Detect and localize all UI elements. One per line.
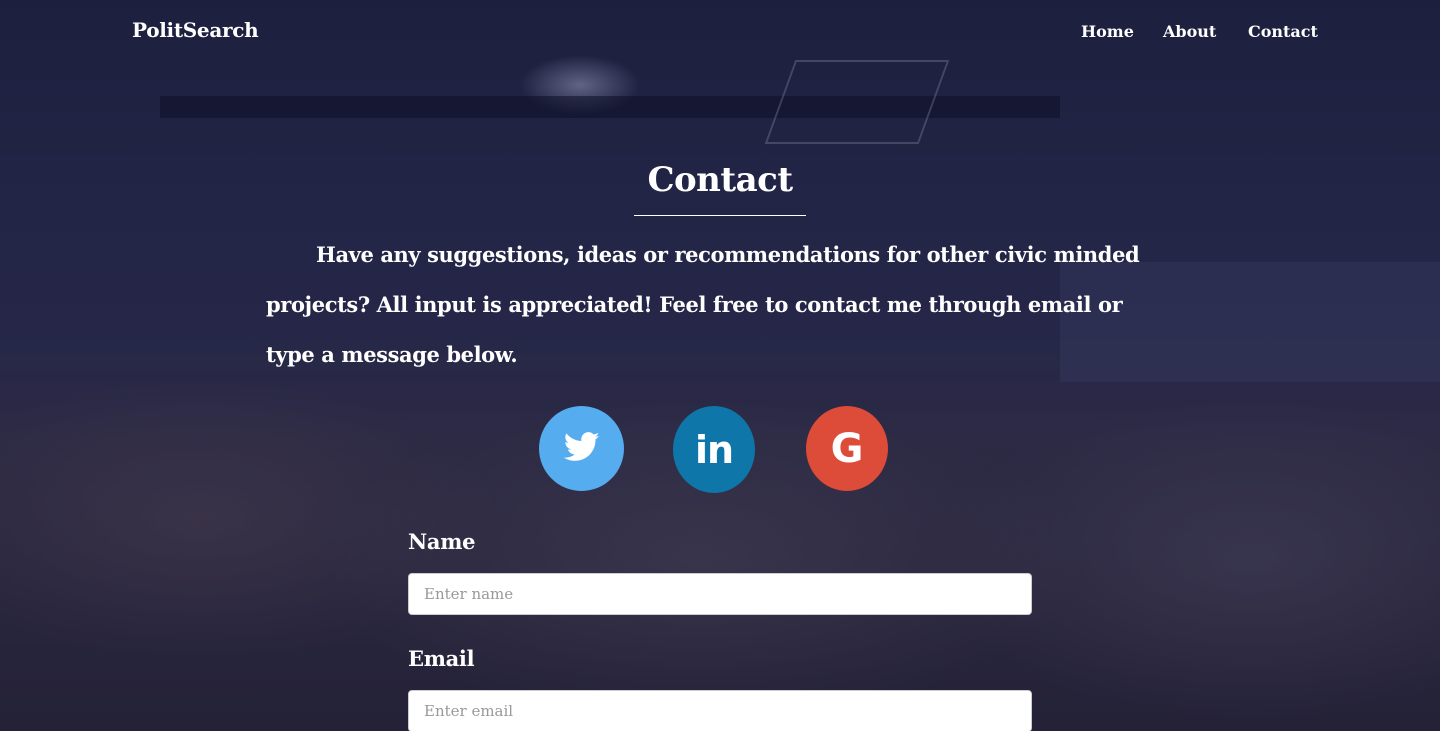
google-icon: G bbox=[830, 425, 864, 472]
google-button[interactable]: G bbox=[806, 406, 888, 491]
twitter-icon bbox=[563, 431, 600, 466]
intro-text: Have any suggestions, ideas or recommend… bbox=[266, 242, 1140, 367]
nav-about[interactable]: About bbox=[1163, 22, 1216, 41]
linkedin-icon: in bbox=[694, 427, 734, 472]
linkedin-button[interactable]: in bbox=[673, 406, 755, 493]
title-underline bbox=[634, 215, 806, 216]
page-title: Contact bbox=[647, 160, 793, 200]
nav-home[interactable]: Home bbox=[1081, 22, 1134, 41]
brand-logo[interactable]: PolitSearch bbox=[132, 18, 259, 42]
email-field[interactable] bbox=[408, 690, 1032, 731]
nav-contact[interactable]: Contact bbox=[1248, 22, 1318, 41]
name-label: Name bbox=[408, 529, 476, 554]
twitter-button[interactable] bbox=[539, 406, 624, 491]
email-label: Email bbox=[408, 646, 475, 671]
name-field[interactable] bbox=[408, 573, 1032, 615]
